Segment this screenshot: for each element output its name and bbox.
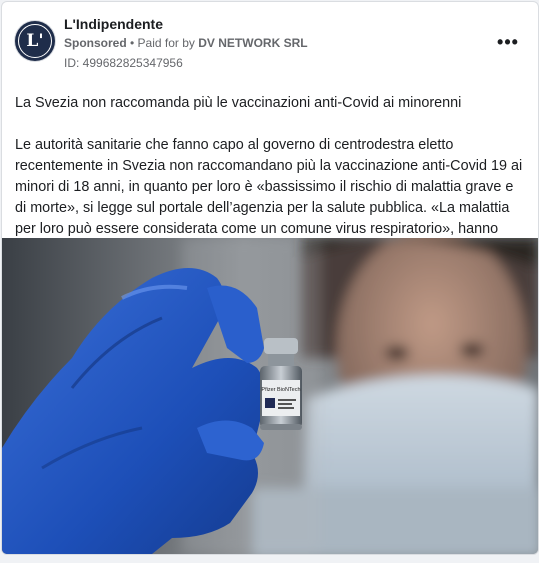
publisher-logo-mark: L' — [18, 24, 52, 58]
paid-for-prefix: • Paid for by — [126, 36, 199, 50]
vaccine-vial: Pfizer BioNTech — [260, 338, 302, 430]
post-text: La Svezia non raccomanda più le vaccinaz… — [15, 93, 527, 261]
paid-for-name[interactable]: DV NETWORK SRL — [198, 36, 307, 50]
sponsored-label: Sponsored — [64, 36, 127, 50]
ad-card: L' L'Indipendente Sponsored • Paid for b… — [1, 1, 539, 555]
more-options-icon[interactable]: ••• — [496, 30, 520, 54]
post-image[interactable]: Pfizer BioNTech — [2, 238, 538, 554]
sponsor-line: Sponsored • Paid for by DV NETWORK SRL — [64, 36, 308, 50]
ad-id: ID: 499682825347956 — [64, 56, 183, 70]
publisher-logo[interactable]: L' — [15, 21, 55, 61]
vaccine-photo: Pfizer BioNTech — [2, 238, 538, 554]
vial-label: Pfizer BioNTech — [261, 387, 300, 393]
post-header: L' L'Indipendente Sponsored • Paid for b… — [2, 2, 538, 82]
post-headline: La Svezia non raccomanda più le vaccinaz… — [15, 95, 462, 111]
page-name[interactable]: L'Indipendente — [64, 16, 163, 32]
